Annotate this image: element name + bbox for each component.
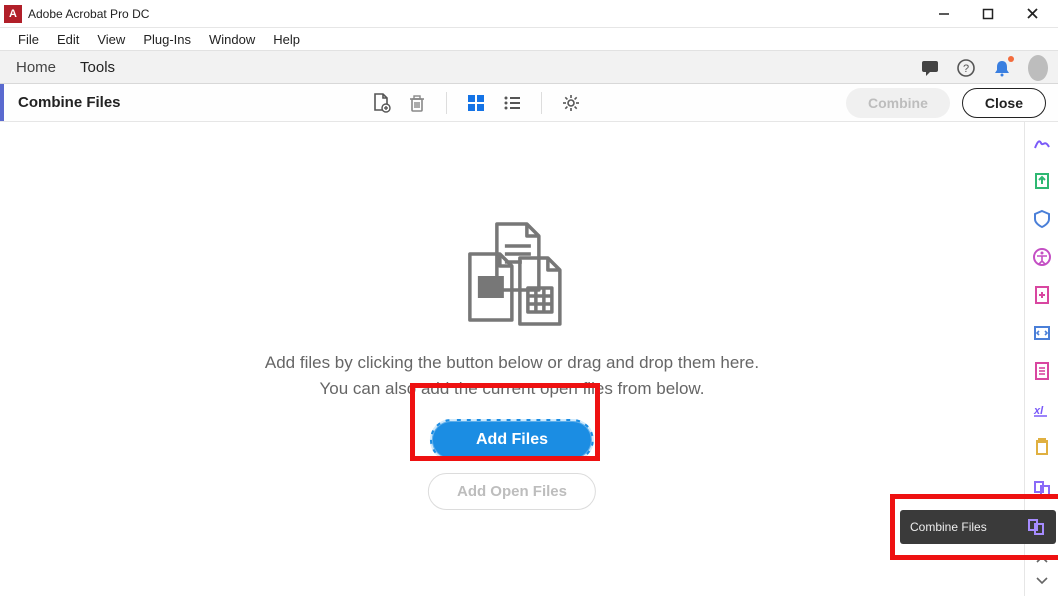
main-content: Add files by clicking the button below o…: [0, 122, 1024, 596]
instruction-text: Add files by clicking the button below o…: [265, 350, 759, 403]
menu-help[interactable]: Help: [265, 30, 308, 49]
add-file-icon[interactable]: [370, 92, 392, 114]
content-center: Add files by clicking the button below o…: [265, 218, 759, 510]
gear-icon[interactable]: [560, 92, 582, 114]
app-icon: A: [4, 5, 22, 23]
menu-plugins[interactable]: Plug-Ins: [135, 30, 199, 49]
add-files-button[interactable]: Add Files: [430, 419, 594, 461]
add-open-files-button[interactable]: Add Open Files: [428, 473, 596, 510]
combine-files-tooltip[interactable]: Combine Files: [900, 510, 1056, 544]
accessibility-icon[interactable]: [1031, 246, 1053, 268]
tooltip-label: Combine Files: [910, 520, 987, 534]
chevron-down-icon[interactable]: [1036, 572, 1048, 590]
organize-icon[interactable]: [1031, 360, 1053, 382]
svg-text:xl: xl: [1033, 405, 1044, 417]
comments-icon[interactable]: [920, 58, 940, 78]
menu-window[interactable]: Window: [201, 30, 263, 49]
instruction-line2: You can also add the current open files …: [265, 376, 759, 402]
clipboard-icon[interactable]: [1031, 436, 1053, 458]
help-icon[interactable]: ?: [956, 58, 976, 78]
divider: [541, 92, 542, 114]
menu-view[interactable]: View: [89, 30, 133, 49]
trash-icon[interactable]: [406, 92, 428, 114]
menu-file[interactable]: File: [10, 30, 47, 49]
nav-right-icons: ?: [920, 51, 1048, 85]
notifications-icon[interactable]: [992, 58, 1012, 78]
close-window-button[interactable]: [1010, 0, 1054, 28]
files-illustration-icon: [442, 218, 582, 328]
nav-home[interactable]: Home: [14, 53, 58, 82]
html-icon[interactable]: [1031, 322, 1053, 344]
export-icon[interactable]: [1031, 170, 1053, 192]
maximize-button[interactable]: [966, 0, 1010, 28]
titlebar: A Adobe Acrobat Pro DC: [0, 0, 1058, 28]
window-title: Adobe Acrobat Pro DC: [28, 7, 922, 21]
minimize-button[interactable]: [922, 0, 966, 28]
nav-tools[interactable]: Tools: [78, 53, 117, 82]
combine-icon[interactable]: [1031, 478, 1053, 500]
combine-icon: [1026, 517, 1046, 537]
secondary-nav: Home Tools ?: [0, 50, 1058, 84]
thumbnail-view-icon[interactable]: [465, 92, 487, 114]
sidebar-scroll-controls: [1036, 550, 1048, 590]
create-icon[interactable]: [1031, 284, 1053, 306]
menubar: File Edit View Plug-Ins Window Help: [0, 28, 1058, 50]
list-view-icon[interactable]: [501, 92, 523, 114]
combine-button[interactable]: Combine: [846, 88, 950, 118]
svg-text:?: ?: [963, 63, 969, 75]
toolbar-accent: [0, 84, 4, 121]
shield-icon[interactable]: [1031, 208, 1053, 230]
divider: [446, 92, 447, 114]
breadcrumb: Combine Files: [18, 94, 121, 111]
toolbar-right-actions: Combine Close: [846, 88, 1046, 118]
toolbar-center-tools: [370, 92, 582, 114]
instruction-line1: Add files by clicking the button below o…: [265, 350, 759, 376]
avatar[interactable]: [1028, 58, 1048, 78]
chevron-up-icon[interactable]: [1036, 550, 1048, 568]
menu-edit[interactable]: Edit: [49, 30, 87, 49]
combine-toolbar: Combine Files Combine Close: [0, 84, 1058, 122]
spreadsheet-icon[interactable]: xl: [1031, 398, 1053, 420]
window-controls: [922, 0, 1054, 28]
sign-icon[interactable]: [1031, 132, 1053, 154]
close-button[interactable]: Close: [962, 88, 1046, 118]
